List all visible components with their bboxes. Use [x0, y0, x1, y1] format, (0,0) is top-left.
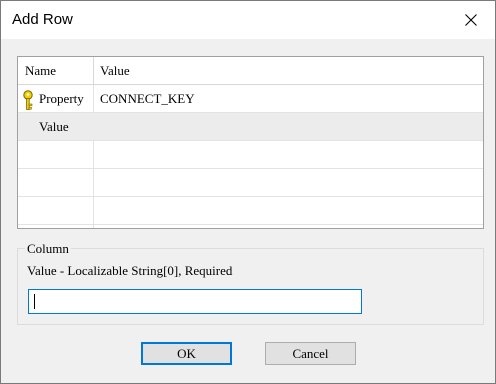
cancel-button[interactable]: Cancel: [265, 342, 356, 365]
row-name: Value: [39, 119, 69, 134]
row-value-cell[interactable]: [94, 113, 483, 141]
header-value-label: Value: [100, 63, 130, 78]
table-row[interactable]: Property CONNECT_KEY: [18, 85, 483, 113]
dialog-title: Add Row: [12, 11, 73, 28]
value-input[interactable]: [28, 289, 362, 314]
close-icon: [465, 14, 477, 26]
empty-row: [18, 169, 483, 197]
header-name[interactable]: Name: [18, 57, 94, 85]
key-icon: [23, 90, 33, 110]
column-description: Value - Localizable String[0], Required: [27, 263, 233, 278]
row-value-cell[interactable]: CONNECT_KEY: [94, 85, 483, 113]
row-name-cell[interactable]: Property: [18, 85, 94, 113]
column-group-label: Column: [25, 241, 71, 257]
ok-button[interactable]: OK: [141, 342, 232, 365]
empty-row: [18, 197, 483, 225]
header-name-label: Name: [25, 63, 57, 78]
grid-header: Name Value: [18, 57, 483, 85]
add-row-dialog: Add Row Name Value Property CONNECT_KEY …: [0, 0, 496, 384]
title-bar[interactable]: Add Row: [1, 1, 495, 39]
text-caret: [34, 294, 35, 309]
header-value[interactable]: Value: [94, 57, 483, 85]
row-name-cell[interactable]: Value: [18, 113, 94, 141]
property-grid[interactable]: Name Value Property CONNECT_KEY Value: [17, 56, 484, 229]
empty-row: [18, 141, 483, 169]
row-value: CONNECT_KEY: [100, 91, 195, 106]
close-button[interactable]: [449, 1, 495, 39]
row-name: Property: [39, 91, 84, 106]
table-row[interactable]: Value: [18, 113, 483, 141]
